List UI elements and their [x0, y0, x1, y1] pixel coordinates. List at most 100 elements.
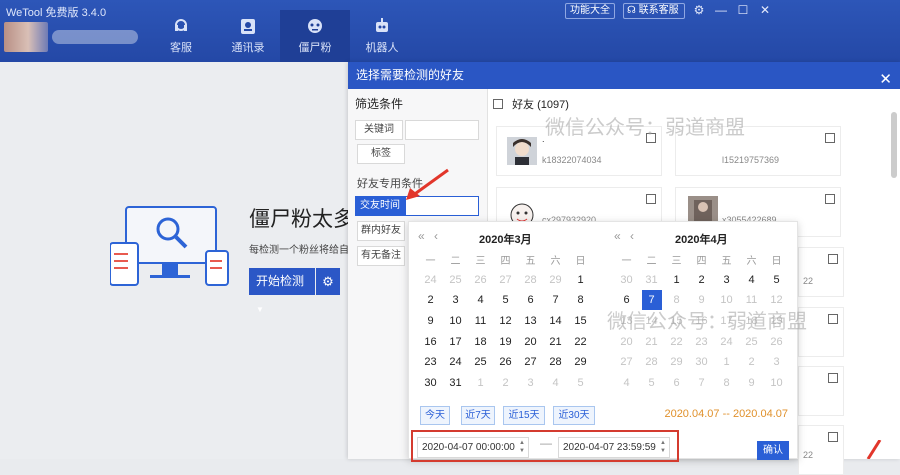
calendar-day[interactable]: 29 [664, 352, 689, 373]
detect-settings-button[interactable]: ⚙ [316, 268, 340, 295]
calendar-day[interactable]: 23 [689, 331, 714, 352]
quick-7days-button[interactable]: 近7天 [461, 406, 495, 425]
tag-filter-button[interactable]: 标签 [357, 144, 405, 164]
calendar-day[interactable]: 15 [568, 311, 593, 332]
calendar-day[interactable]: 19 [493, 331, 518, 352]
friend-card[interactable] [798, 366, 844, 416]
friend-checkbox[interactable] [825, 194, 835, 204]
calendar-day[interactable]: 22 [664, 331, 689, 352]
calendar-day[interactable]: 18 [468, 331, 493, 352]
calendar-day[interactable]: 1 [568, 270, 593, 291]
calendar-day[interactable]: 2 [739, 352, 764, 373]
calendar-day[interactable]: 30 [418, 373, 443, 394]
calendar-day[interactable]: 21 [543, 331, 568, 352]
calendar-day[interactable]: 4 [543, 373, 568, 394]
prev-month-icon[interactable]: ‹ [630, 229, 634, 243]
scrollbar[interactable] [891, 112, 897, 178]
spinner-icon[interactable]: ▲ ▼ [519, 439, 525, 455]
calendar-day[interactable]: 20 [614, 331, 639, 352]
calendar-day[interactable]: 29 [568, 352, 593, 373]
calendar-day[interactable]: 7 [689, 373, 714, 394]
calendar-day[interactable]: 31 [443, 373, 468, 394]
calendar-day[interactable]: 8 [714, 373, 739, 394]
calendar-day[interactable]: 20 [518, 331, 543, 352]
calendar-day[interactable]: 24 [714, 331, 739, 352]
nav-item-contacts[interactable]: 通讯录 [213, 18, 283, 55]
calendar-day[interactable]: 2 [418, 290, 443, 311]
calendar-day[interactable]: 10 [764, 373, 789, 394]
quick-30days-button[interactable]: 近30天 [553, 406, 595, 425]
calendar-day[interactable]: 3 [714, 270, 739, 291]
calendar-day[interactable]: 13 [518, 311, 543, 332]
calendar-day[interactable]: 22 [568, 331, 593, 352]
start-detect-button[interactable]: 开始检测 ▼ [249, 268, 315, 314]
add-time-filter-button[interactable]: 交友时间 [355, 196, 405, 216]
calendar-day[interactable]: 31 [639, 270, 664, 291]
calendar-day[interactable]: 27 [493, 270, 518, 291]
calendar-day[interactable]: 28 [639, 352, 664, 373]
close-window-icon[interactable]: ✕ [758, 3, 772, 17]
nav-item-robot[interactable]: 机器人 [347, 18, 417, 55]
calendar-day[interactable]: 5 [764, 270, 789, 291]
calendar-day[interactable]: 24 [443, 352, 468, 373]
calendar-day[interactable]: 24 [418, 270, 443, 291]
calendar-day[interactable]: 28 [518, 270, 543, 291]
has-note-button[interactable]: 有无备注 [357, 246, 405, 266]
calendar-day[interactable]: 3 [443, 290, 468, 311]
calendar-day[interactable]: 26 [493, 352, 518, 373]
calendar-day[interactable]: 4 [739, 270, 764, 291]
minimize-icon[interactable]: — [714, 3, 728, 17]
contact-service-button[interactable]: ☊ 联系客服 [623, 3, 685, 19]
friend-checkbox[interactable] [825, 133, 835, 143]
friend-checkbox[interactable] [828, 254, 838, 264]
features-button[interactable]: 功能大全 [565, 3, 615, 19]
avatar[interactable] [4, 22, 48, 52]
calendar-day[interactable]: 2 [493, 373, 518, 394]
calendar-day[interactable]: 12 [493, 311, 518, 332]
calendar-day[interactable]: 17 [443, 331, 468, 352]
calendar-day[interactable]: 3 [518, 373, 543, 394]
friend-checkbox[interactable] [828, 373, 838, 383]
calendar-day[interactable]: 26 [468, 270, 493, 291]
calendar-day[interactable]: 1 [468, 373, 493, 394]
calendar-day[interactable]: 25 [739, 331, 764, 352]
group-friends-button[interactable]: 群内好友 [357, 221, 405, 241]
calendar-day[interactable]: 21 [639, 331, 664, 352]
spinner-icon[interactable]: ▲ ▼ [660, 439, 666, 455]
calendar-day[interactable]: 6 [518, 290, 543, 311]
calendar-day[interactable]: 30 [614, 270, 639, 291]
calendar-day[interactable]: 8 [568, 290, 593, 311]
quick-15days-button[interactable]: 近15天 [503, 406, 545, 425]
calendar-day[interactable]: 1 [664, 270, 689, 291]
calendar-day[interactable]: 9 [418, 311, 443, 332]
friend-checkbox[interactable] [646, 194, 656, 204]
maximize-icon[interactable]: ☐ [736, 3, 750, 17]
calendar-day[interactable]: 5 [493, 290, 518, 311]
keyword-filter-button[interactable]: 关键词 [355, 120, 403, 140]
select-all-checkbox[interactable] [493, 99, 503, 109]
start-datetime-input[interactable]: 2020-04-07 00:00:00 ▲ ▼ [417, 437, 529, 458]
calendar-day[interactable]: 30 [689, 352, 714, 373]
calendar-day[interactable]: 11 [468, 311, 493, 332]
keyword-input[interactable] [405, 120, 479, 140]
calendar-day[interactable]: 25 [468, 352, 493, 373]
calendar-day[interactable]: 16 [418, 331, 443, 352]
calendar-day[interactable]: 1 [714, 352, 739, 373]
friend-checkbox[interactable] [828, 314, 838, 324]
calendar-day[interactable]: 25 [443, 270, 468, 291]
calendar-day[interactable]: 6 [664, 373, 689, 394]
quick-today-button[interactable]: 今天 [420, 406, 450, 425]
end-datetime-input[interactable]: 2020-04-07 23:59:59 ▲ ▼ [558, 437, 670, 458]
nav-item-zombie[interactable]: 僵尸粉 [280, 10, 350, 62]
calendar-day[interactable]: 10 [443, 311, 468, 332]
friend-card[interactable]: 22 [798, 425, 844, 475]
settings-icon[interactable]: ⚙ [692, 3, 706, 17]
prev-month-icon[interactable]: ‹ [434, 229, 438, 243]
friend-checkbox[interactable] [828, 432, 838, 442]
calendar-day[interactable]: 23 [418, 352, 443, 373]
calendar-day[interactable]: 29 [543, 270, 568, 291]
calendar-day[interactable]: 5 [639, 373, 664, 394]
calendar-day[interactable]: 4 [468, 290, 493, 311]
calendar-day[interactable]: 27 [518, 352, 543, 373]
calendar-day[interactable]: 5 [568, 373, 593, 394]
